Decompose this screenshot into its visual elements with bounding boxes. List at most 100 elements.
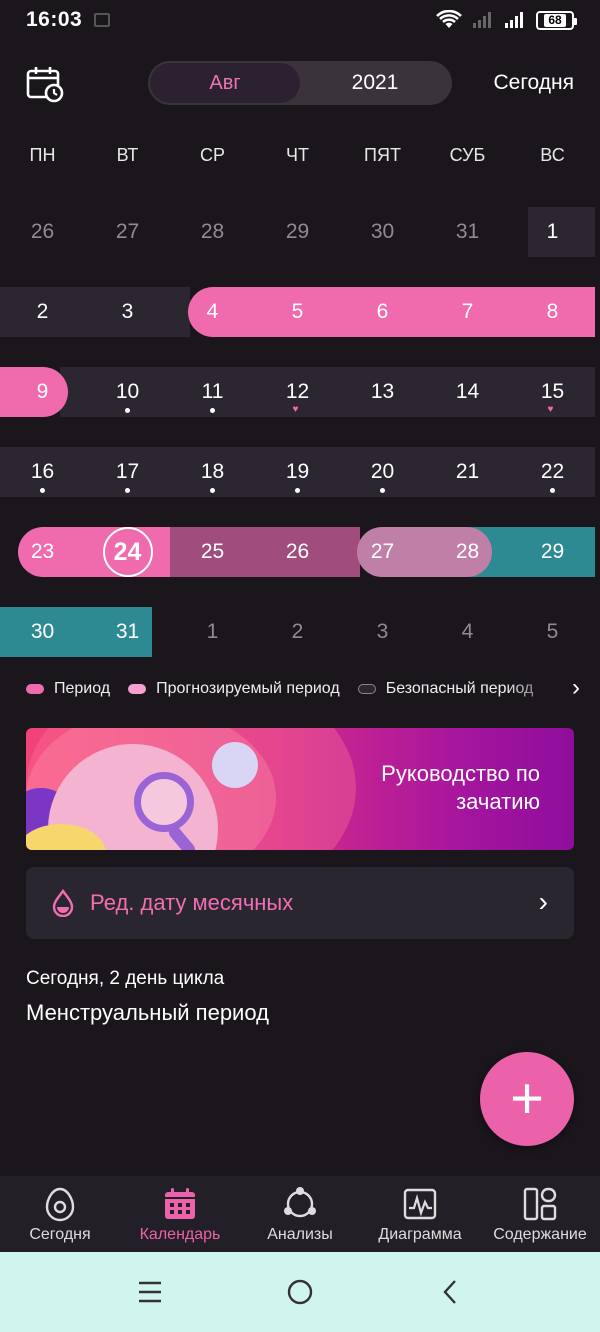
day-cell[interactable]: 29 xyxy=(255,207,340,257)
tab-calendar[interactable]: Календарь xyxy=(120,1176,240,1252)
today-button[interactable]: Сегодня xyxy=(494,71,574,95)
edit-period-button[interactable]: Ред. дату месячных › xyxy=(26,867,574,939)
home-button[interactable] xyxy=(225,1252,375,1332)
calendar-history-icon[interactable] xyxy=(26,65,64,103)
day-cell[interactable]: 4 xyxy=(170,287,255,337)
note-dot xyxy=(210,408,215,413)
day-cell[interactable]: 18 xyxy=(170,447,255,497)
day-cell[interactable]: 9 xyxy=(0,367,85,417)
day-cell[interactable]: 10 xyxy=(85,367,170,417)
day-cell[interactable]: 14 xyxy=(425,367,510,417)
legend-fade xyxy=(506,676,566,702)
note-dot xyxy=(380,488,385,493)
weekday-label: СУБ xyxy=(449,145,486,165)
day-cell[interactable]: 3 xyxy=(340,607,425,657)
day-cell[interactable]: 7 xyxy=(425,287,510,337)
day-cell[interactable]: 30 xyxy=(340,207,425,257)
day-cell[interactable]: 31 xyxy=(85,607,170,657)
wifi-icon xyxy=(436,10,462,28)
cycle-phase-title: Менструальный период xyxy=(26,1000,269,1025)
day-cell[interactable]: 15 ♥ xyxy=(510,367,595,417)
home-circle-icon xyxy=(287,1279,313,1305)
day-cell[interactable]: 16 xyxy=(0,447,85,497)
conception-guide-banner[interactable]: Руководство по зачатию xyxy=(26,728,574,850)
day-cell[interactable]: 5 xyxy=(255,287,340,337)
note-dot xyxy=(550,488,555,493)
day-number: 19 xyxy=(285,460,310,483)
magnifier-icon xyxy=(134,772,194,832)
day-number: 18 xyxy=(200,460,225,483)
battery-level: 68 xyxy=(544,13,566,27)
weekday-label: ВС xyxy=(540,145,565,165)
week-row: 9 10 11 12 ♥ 13 14 15 ♥ xyxy=(0,352,600,432)
calendar-grid: 26 27 28 29 30 31 1 2 3 4 5 6 7 8 9 10 1… xyxy=(0,192,600,672)
day-cell[interactable]: 13 xyxy=(340,367,425,417)
safe-swatch xyxy=(357,684,376,694)
day-cell[interactable]: 4 xyxy=(425,607,510,657)
tab-label: Сегодня xyxy=(29,1226,91,1243)
legend-period: Период xyxy=(26,680,110,698)
day-number: 10 xyxy=(115,380,140,403)
week-row: 23 24 25 26 27 28 29 xyxy=(0,512,600,592)
day-cell[interactable]: 17 xyxy=(85,447,170,497)
note-dot xyxy=(295,488,300,493)
weekday-label: ВТ xyxy=(116,145,139,165)
day-cell[interactable]: 12 ♥ xyxy=(255,367,340,417)
chevron-right-icon: › xyxy=(538,886,548,917)
heart-icon: ♥ xyxy=(547,404,554,415)
week-row: 26 27 28 29 30 31 1 xyxy=(0,192,600,272)
day-cell[interactable]: 28 xyxy=(170,207,255,257)
day-cell[interactable]: 24 xyxy=(85,527,170,577)
system-nav-bar xyxy=(0,1252,600,1332)
day-cell[interactable]: 23 xyxy=(0,527,85,577)
tab-content[interactable]: Содержание xyxy=(480,1176,600,1252)
day-cell[interactable]: 2 xyxy=(0,287,85,337)
day-cell[interactable]: 2 xyxy=(255,607,340,657)
bottom-tab-bar: Сегодня Календарь Анализы Диаграмма Соде… xyxy=(0,1176,600,1252)
day-cell[interactable]: 6 xyxy=(340,287,425,337)
day-cell[interactable]: 27 xyxy=(85,207,170,257)
day-cell[interactable]: 22 xyxy=(510,447,595,497)
day-cell[interactable]: 5 xyxy=(510,607,595,657)
week-row: 16 17 18 19 20 21 22 xyxy=(0,432,600,512)
analysis-icon xyxy=(284,1187,316,1218)
day-cell[interactable]: 1 xyxy=(510,207,595,257)
image-notification-icon xyxy=(94,13,111,27)
day-cell[interactable]: 26 xyxy=(255,527,340,577)
tab-today[interactable]: Сегодня xyxy=(0,1176,120,1252)
day-cell[interactable]: 20 xyxy=(340,447,425,497)
clock: 16:03 xyxy=(26,8,83,31)
egg-icon xyxy=(45,1187,75,1222)
day-cell[interactable]: 31 xyxy=(425,207,510,257)
weekday-label: ПН xyxy=(29,145,56,165)
day-cell[interactable]: 11 xyxy=(170,367,255,417)
day-number: 11 xyxy=(201,380,224,403)
day-cell[interactable]: 1 xyxy=(170,607,255,657)
day-cell[interactable]: 27 xyxy=(340,527,425,577)
back-button[interactable] xyxy=(375,1252,525,1332)
legend: Период Прогнозируемый период Безопасный … xyxy=(0,676,600,702)
day-cell[interactable]: 8 xyxy=(510,287,595,337)
menu-icon xyxy=(139,1281,161,1303)
note-dot xyxy=(125,488,130,493)
tab-chart[interactable]: Диаграмма xyxy=(360,1176,480,1252)
day-cell[interactable]: 19 xyxy=(255,447,340,497)
day-cell[interactable]: 30 xyxy=(0,607,85,657)
day-cell[interactable]: 29 xyxy=(510,527,595,577)
recent-apps-button[interactable] xyxy=(75,1252,225,1332)
day-cell[interactable]: 25 xyxy=(170,527,255,577)
day-cell[interactable]: 3 xyxy=(85,287,170,337)
chevron-right-icon[interactable]: › xyxy=(572,676,580,700)
chart-icon xyxy=(403,1188,437,1220)
day-cell[interactable]: 21 xyxy=(425,447,510,497)
day-number: 16 xyxy=(30,460,55,483)
edit-period-label: Ред. дату месячных xyxy=(90,890,294,915)
add-button[interactable]: + xyxy=(480,1052,574,1146)
day-cell[interactable]: 26 xyxy=(0,207,85,257)
month-selector[interactable]: Авг xyxy=(150,63,300,103)
year-selector[interactable]: 2021 xyxy=(300,63,450,103)
tab-analysis[interactable]: Анализы xyxy=(240,1176,360,1252)
period-swatch xyxy=(26,684,44,694)
day-cell[interactable]: 28 xyxy=(425,527,510,577)
weekday-header: ПН ВТ СР ЧТ ПЯТ СУБ ВС xyxy=(0,140,600,170)
